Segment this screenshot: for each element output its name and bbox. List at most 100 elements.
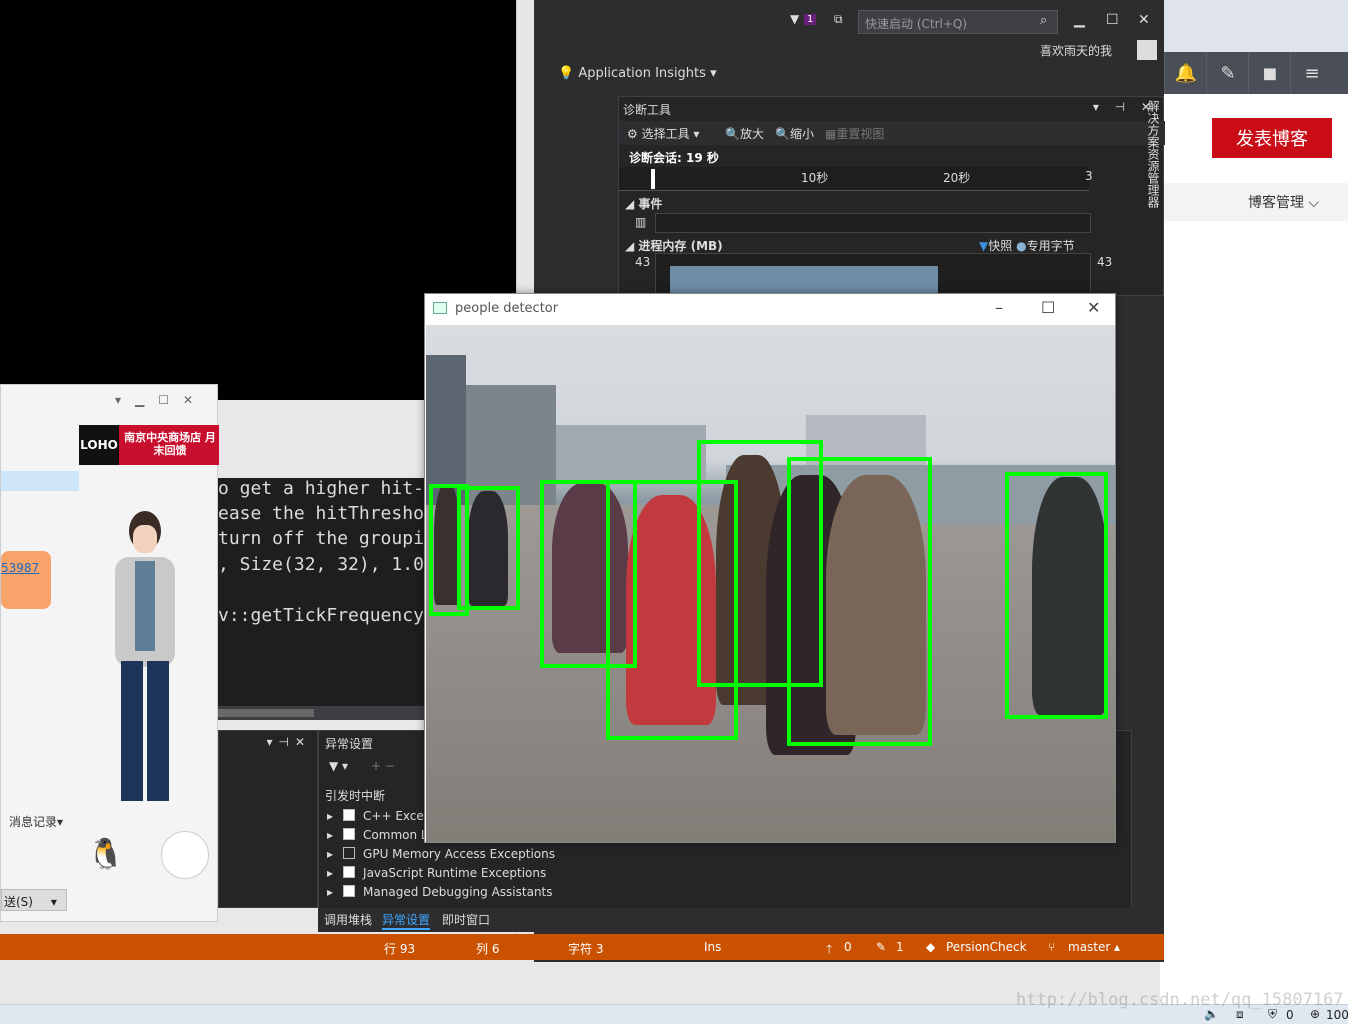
status-changes[interactable]: 1 bbox=[896, 940, 904, 954]
application-insights-label: Application Insights bbox=[578, 66, 706, 81]
avatar[interactable] bbox=[1137, 40, 1157, 60]
qq-show-character bbox=[105, 511, 185, 831]
session-duration: 诊断会话: 19 秒 bbox=[629, 151, 719, 165]
status-line[interactable]: 行 93 bbox=[384, 940, 415, 957]
menu-icon[interactable]: ≡ bbox=[1290, 52, 1333, 94]
qq-penguin-icon[interactable]: 🐧 bbox=[87, 837, 124, 872]
browser-tab-strip bbox=[1160, 0, 1348, 52]
code-line: , Size(32, 32), 1.05 bbox=[218, 554, 428, 575]
checkbox[interactable] bbox=[343, 847, 356, 859]
notification-badge[interactable]: 1 bbox=[804, 14, 817, 25]
avatar[interactable]: ◼ bbox=[1248, 52, 1291, 94]
exception-row-mda[interactable]: ▸ Managed Debugging Assistants bbox=[327, 885, 553, 903]
lightbulb-icon: 💡 bbox=[558, 66, 575, 81]
reset-view-button[interactable]: ▦重置视图 bbox=[825, 125, 884, 142]
code-line: ease the hitThreshol bbox=[218, 503, 428, 524]
diagnostics-toolbar: ⚙ 选择工具 ▾ 🔍放大 🔍缩小 ▦重置视图 bbox=[619, 121, 1165, 145]
events-section-label[interactable]: ◢ 事件 bbox=[625, 195, 662, 212]
chat-link[interactable]: 53987 bbox=[1, 561, 39, 575]
maximize-button[interactable]: ☐ bbox=[1041, 298, 1055, 317]
code-line: v::getTickFrequency( bbox=[218, 605, 428, 626]
checkbox[interactable] bbox=[343, 885, 356, 897]
feedback-icon[interactable]: ⧉ bbox=[834, 12, 843, 27]
edit-icon[interactable]: ✎ bbox=[1206, 52, 1249, 94]
checkbox[interactable] bbox=[343, 866, 356, 878]
close-button[interactable]: ✕ bbox=[1087, 298, 1100, 317]
status-repo[interactable]: PersionCheck bbox=[946, 940, 1027, 954]
arrow-up-icon: 🡑 bbox=[826, 942, 833, 956]
bell-icon[interactable]: 🔔 bbox=[1164, 52, 1207, 94]
avatar[interactable] bbox=[161, 831, 209, 879]
select-tool-button[interactable]: ⚙ 选择工具 ▾ bbox=[627, 125, 699, 142]
code-scrollbar-thumb[interactable] bbox=[218, 709, 314, 717]
zoom-level: 100 bbox=[1326, 1008, 1348, 1022]
events-label-text: 事件 bbox=[638, 197, 663, 211]
pause-icon[interactable]: ▥ bbox=[635, 215, 646, 229]
memory-graph bbox=[655, 253, 1091, 298]
tab-exception-settings[interactable]: 异常设置 bbox=[382, 911, 431, 930]
branch-icon: ⑂ bbox=[1048, 940, 1056, 954]
exception-row-gpu[interactable]: ▸ GPU Memory Access Exceptions bbox=[327, 847, 555, 865]
break-when-thrown-header: 引发时中断 bbox=[325, 789, 386, 803]
minimize-button[interactable]: – bbox=[995, 298, 1003, 317]
publish-blog-button[interactable]: 发表博客 bbox=[1212, 118, 1332, 158]
maximize-button[interactable]: ☐ bbox=[1106, 12, 1119, 28]
qq-advert[interactable]: LOHO 南京中央商场店 月末回馈 bbox=[79, 425, 219, 465]
vs-title-bar: ▼ 1 ⧉ 快速启动 (Ctrl+Q) ⌕ ▁ ☐ ✕ 喜欢雨天的我 bbox=[534, 0, 1164, 62]
quick-launch-input[interactable]: 快速启动 (Ctrl+Q) bbox=[858, 10, 1058, 34]
panel-controls[interactable]: ▾⊣✕ bbox=[266, 735, 311, 749]
memory-section-label[interactable]: ◢ 进程内存 (MB) bbox=[625, 237, 723, 254]
detection-box bbox=[457, 486, 520, 610]
exception-label: JavaScript Runtime Exceptions bbox=[363, 866, 547, 880]
building bbox=[426, 355, 466, 505]
send-button[interactable]: 送(S) ▾ bbox=[1, 889, 67, 911]
people-detector-window: people detector – ☐ ✕ bbox=[424, 293, 1116, 843]
checkbox[interactable] bbox=[343, 809, 356, 821]
zoom-out-label: 缩小 bbox=[789, 127, 814, 141]
window-title: people detector bbox=[455, 301, 559, 316]
application-insights-button[interactable]: 💡 Application Insights ▾ bbox=[558, 66, 717, 81]
checkbox[interactable] bbox=[343, 828, 356, 840]
status-char[interactable]: 字符 3 bbox=[568, 940, 603, 957]
pencil-icon: ✎ bbox=[876, 940, 887, 954]
code-editor[interactable]: o get a higher hit-r ease the hitThresho… bbox=[218, 478, 428, 708]
diagnostics-panel: 诊断工具 ▾ ⊣ ✕ ⚙ 选择工具 ▾ 🔍放大 🔍缩小 ▦重置视图 诊断会话: … bbox=[618, 96, 1165, 298]
chevron-down-icon: ▾ bbox=[710, 66, 717, 81]
search-icon[interactable]: ⌕ bbox=[1040, 13, 1047, 28]
status-branch[interactable]: master bbox=[1068, 940, 1110, 954]
reset-view-label: 重置视图 bbox=[836, 127, 885, 141]
filter-icon[interactable]: ▼ ▾ bbox=[329, 759, 348, 773]
add-icon[interactable]: + − bbox=[371, 759, 395, 773]
filter-icon[interactable]: ▼ bbox=[790, 12, 799, 26]
close-button[interactable]: ✕ bbox=[1138, 12, 1150, 28]
blog-toolbar: 🔔 ✎ ◼ ≡ bbox=[1160, 52, 1348, 94]
exception-row-js[interactable]: ▸ JavaScript Runtime Exceptions bbox=[327, 866, 546, 884]
private-bytes-icon: ● bbox=[1016, 239, 1027, 253]
zoom-in-button[interactable]: 🔍放大 bbox=[725, 125, 764, 142]
window-controls[interactable]: ▾▁☐✕ bbox=[115, 393, 207, 407]
qq-chat-window: ▾▁☐✕ LOHO 南京中央商场店 月末回馈 53987 🐧 消息记录▾ 送(S… bbox=[0, 384, 219, 922]
status-unpushed[interactable]: 0 bbox=[844, 940, 852, 954]
advert-logo: LOHO bbox=[79, 425, 119, 465]
status-column[interactable]: 列 6 bbox=[476, 940, 499, 957]
legend-snapshot: 快照 bbox=[988, 239, 1013, 253]
user-name[interactable]: 喜欢雨天的我 bbox=[1040, 42, 1112, 59]
minimize-button[interactable]: ▁ bbox=[1074, 12, 1085, 28]
side-tool-panel: ▾⊣✕ bbox=[218, 730, 318, 908]
watermark: http://blog.csdn.net/qq_15807167 bbox=[1016, 990, 1344, 1010]
tab-call-stack[interactable]: 调用堆栈 bbox=[324, 911, 372, 928]
browser-page: 🔔 ✎ ◼ ≡ 发表博客 博客管理 ⌵ bbox=[1160, 0, 1348, 1004]
timeline-ruler[interactable]: 10秒 20秒 3 bbox=[619, 167, 1093, 191]
blog-manage-menu[interactable]: 博客管理 ⌵ bbox=[1248, 192, 1319, 212]
window-icon bbox=[433, 302, 447, 314]
chevron-down-icon: ▾ bbox=[57, 815, 64, 829]
status-insert-mode[interactable]: Ins bbox=[704, 940, 721, 954]
zoom-out-button[interactable]: 🔍缩小 bbox=[775, 125, 814, 142]
blog-manage-label: 博客管理 bbox=[1248, 195, 1304, 211]
repo-icon: ◆ bbox=[926, 940, 936, 954]
tab-immediate-window[interactable]: 即时窗口 bbox=[442, 911, 490, 928]
message-log-button[interactable]: 消息记录▾ bbox=[9, 813, 63, 830]
timeline-start-handle[interactable] bbox=[651, 169, 655, 189]
message-log-label: 消息记录 bbox=[9, 815, 58, 829]
solution-explorer-tab[interactable]: 解决方案资源管理器 bbox=[1134, 96, 1162, 216]
